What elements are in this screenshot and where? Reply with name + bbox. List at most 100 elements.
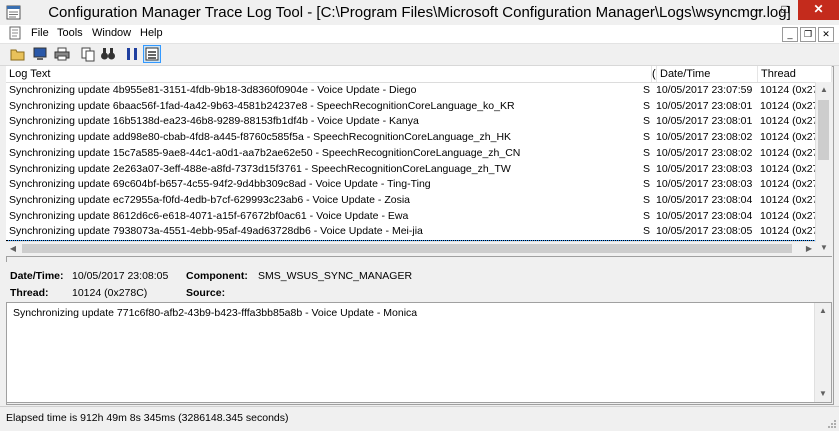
- menu-tools[interactable]: Tools: [57, 27, 83, 39]
- date-time-label: Date/Time:: [10, 270, 64, 282]
- minimize-button[interactable]: –: [746, 0, 772, 20]
- table-row[interactable]: Synchronizing update 16b5138d-ea23-46b8-…: [6, 114, 816, 129]
- find-binoculars-icon[interactable]: [100, 46, 116, 62]
- open-folder-icon[interactable]: [10, 46, 26, 62]
- component-cell: S: [643, 130, 652, 145]
- resize-grip-icon[interactable]: [827, 419, 837, 429]
- table-row[interactable]: Synchronizing update 69c604bf-b657-4c55-…: [6, 177, 816, 192]
- message-text: Synchronizing update 771c6f80-afb2-43b9-…: [13, 307, 417, 319]
- print-icon[interactable]: [54, 46, 70, 62]
- date-time-cell: 10/05/2017 23:08:04: [656, 209, 756, 224]
- scroll-thumb[interactable]: [818, 100, 829, 160]
- component-label: Component:: [186, 270, 248, 282]
- table-row[interactable]: Synchronizing update 2e263a07-3eff-488e-…: [6, 162, 816, 177]
- log-text-cell: Synchronizing update 8612d6c6-e618-4071-…: [9, 209, 641, 224]
- log-text-cell: Synchronizing update 2e263a07-3eff-488e-…: [9, 162, 641, 177]
- document-icon[interactable]: [8, 26, 22, 40]
- grid-vertical-scrollbar[interactable]: ▲ ▼: [815, 82, 832, 256]
- date-time-cell: 10/05/2017 23:08:03: [656, 162, 756, 177]
- table-row[interactable]: Synchronizing update 4b955e81-3151-4fdb-…: [6, 83, 816, 98]
- log-text-cell: Synchronizing update 16b5138d-ea23-46b8-…: [9, 114, 641, 129]
- thread-cell: 10124 (0x278C: [760, 209, 822, 224]
- table-row[interactable]: Synchronizing update ec72955a-f0fd-4edb-…: [6, 193, 816, 208]
- component-cell: S: [643, 162, 652, 177]
- computer-icon[interactable]: [32, 46, 48, 62]
- thread-cell: 10124 (0x278C: [760, 177, 822, 192]
- horizontal-scroll-thumb[interactable]: [22, 244, 792, 253]
- table-row[interactable]: Synchronizing update 8612d6c6-e618-4071-…: [6, 209, 816, 224]
- component-cell: S: [643, 224, 652, 239]
- log-text-cell: Synchronizing update 6baac56f-1fad-4a42-…: [9, 99, 641, 114]
- component-cell: S: [643, 83, 652, 98]
- status-bar: Elapsed time is 912h 49m 8s 345ms (32861…: [0, 406, 839, 431]
- message-scroll-up-icon[interactable]: ▲: [815, 303, 831, 319]
- header-date-time[interactable]: Date/Time: [657, 66, 758, 82]
- component-value: SMS_WSUS_SYNC_MANAGER: [258, 270, 412, 282]
- date-time-cell: 10/05/2017 23:08:05: [656, 224, 756, 239]
- component-cell: S: [643, 177, 652, 192]
- log-text-cell: Synchronizing update 7938073a-4551-4ebb-…: [9, 224, 641, 239]
- details-panel: Date/Time: 10/05/2017 23:08:05 Component…: [6, 262, 832, 302]
- close-button[interactable]: ✕: [798, 0, 839, 20]
- grid-header: Log Text ( Date/Time Thread: [6, 66, 832, 83]
- date-time-cell: 10/05/2017 23:07:59: [656, 83, 756, 98]
- thread-cell: 10124 (0x278C: [760, 146, 822, 161]
- elapsed-time-text: Elapsed time is 912h 49m 8s 345ms (32861…: [6, 412, 289, 424]
- message-vertical-scrollbar[interactable]: ▲ ▼: [814, 303, 831, 402]
- table-row[interactable]: Synchronizing update 15c7a585-9ae8-44c1-…: [6, 146, 816, 161]
- table-row[interactable]: Synchronizing update 6baac56f-1fad-4a42-…: [6, 99, 816, 114]
- date-time-cell: 10/05/2017 23:08:02: [656, 130, 756, 145]
- maximize-button[interactable]: □: [772, 0, 798, 20]
- log-text-cell: Synchronizing update 69c604bf-b657-4c55-…: [9, 177, 641, 192]
- menu-help[interactable]: Help: [140, 27, 163, 39]
- toolbar: [0, 44, 839, 66]
- thread-cell: 10124 (0x278C: [760, 114, 822, 129]
- component-cell: S: [643, 193, 652, 208]
- menu-window[interactable]: Window: [92, 27, 131, 39]
- table-row[interactable]: Synchronizing update add98e80-cbab-4fd8-…: [6, 130, 816, 145]
- title-bar: Configuration Manager Trace Log Tool - […: [0, 0, 839, 25]
- log-text-cell: Synchronizing update ec72955a-f0fd-4edb-…: [9, 193, 641, 208]
- date-time-cell: 10/05/2017 23:08:03: [656, 177, 756, 192]
- component-cell: S: [643, 146, 652, 161]
- log-text-cell: Synchronizing update 4b955e81-3151-4fdb-…: [9, 83, 641, 98]
- mdi-minimize-button[interactable]: _: [782, 27, 798, 42]
- component-cell: S: [643, 99, 652, 114]
- header-thread[interactable]: Thread: [758, 66, 832, 82]
- table-row[interactable]: Synchronizing update 7938073a-4551-4ebb-…: [6, 224, 816, 239]
- thread-cell: 10124 (0x278C: [760, 83, 822, 98]
- thread-label: Thread:: [10, 287, 49, 299]
- scroll-up-arrow-icon[interactable]: ▲: [816, 82, 832, 98]
- scroll-right-arrow-icon[interactable]: ▶: [802, 242, 816, 256]
- log-text-cell: Synchronizing update 15c7a585-9ae8-44c1-…: [9, 146, 641, 161]
- mdi-close-button[interactable]: ✕: [818, 27, 834, 42]
- menu-file[interactable]: File: [31, 27, 49, 39]
- log-grid[interactable]: Log Text ( Date/Time Thread Synchronizin…: [6, 66, 832, 257]
- menu-bar: File Tools Window Help _ ❐ ✕: [0, 25, 839, 44]
- source-label: Source:: [186, 287, 225, 299]
- date-time-cell: 10/05/2017 23:08:02: [656, 146, 756, 161]
- thread-value: 10124 (0x278C): [72, 287, 147, 299]
- grid-horizontal-scrollbar[interactable]: ◀ ▶: [6, 241, 816, 256]
- highlight-icon[interactable]: [144, 46, 160, 62]
- thread-cell: 10124 (0x278C: [760, 162, 822, 177]
- log-text-cell: Synchronizing update add98e80-cbab-4fd8-…: [9, 130, 641, 145]
- scroll-down-arrow-icon[interactable]: ▼: [816, 240, 832, 256]
- component-cell: S: [643, 114, 652, 129]
- date-time-cell: 10/05/2017 23:08:04: [656, 193, 756, 208]
- thread-cell: 10124 (0x278C: [760, 99, 822, 114]
- thread-cell: 10124 (0x278C: [760, 193, 822, 208]
- mdi-restore-button[interactable]: ❐: [800, 27, 816, 42]
- message-pane[interactable]: Synchronizing update 771c6f80-afb2-43b9-…: [6, 302, 832, 403]
- header-log-text[interactable]: Log Text: [6, 66, 652, 82]
- copy-icon[interactable]: [80, 46, 96, 62]
- message-scroll-down-icon[interactable]: ▼: [815, 386, 831, 402]
- thread-cell: 10124 (0x278C: [760, 224, 822, 239]
- scroll-left-arrow-icon[interactable]: ◀: [6, 242, 20, 256]
- date-time-cell: 10/05/2017 23:08:01: [656, 114, 756, 129]
- date-time-cell: 10/05/2017 23:08:01: [656, 99, 756, 114]
- thread-cell: 10124 (0x278C: [760, 130, 822, 145]
- window-title: Configuration Manager Trace Log Tool - […: [0, 4, 839, 21]
- component-cell: S: [643, 209, 652, 224]
- pause-icon[interactable]: [124, 46, 140, 62]
